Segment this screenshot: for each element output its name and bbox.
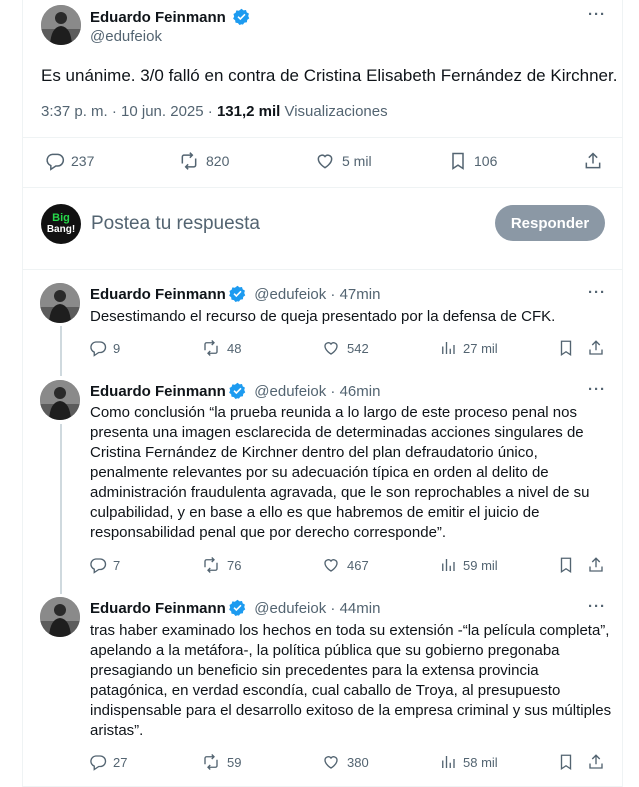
share-icon [589, 557, 603, 572]
reply-text: tras haber examinado los hechos en toda … [90, 622, 612, 739]
heart-icon [317, 154, 333, 169]
more-options-icon[interactable]: ··· [588, 598, 606, 615]
more-options-icon[interactable]: ··· [588, 6, 606, 23]
reply-icon [90, 755, 107, 771]
views-icon [442, 342, 455, 354]
author-handle[interactable]: @edufeiok [254, 286, 326, 303]
reply-header: Eduardo Feinmann @edufeiok · 46min [90, 382, 381, 400]
share-icon [589, 340, 603, 355]
more-options-icon[interactable]: ··· [588, 284, 606, 301]
timeline-column: Eduardo Feinmann @edufeiok ··· Es unánim… [22, 0, 623, 787]
heart-icon [324, 559, 338, 572]
share-button[interactable] [587, 556, 611, 574]
reply-time[interactable]: 44min [340, 600, 381, 617]
tweet-text: Es unánime. 3/0 falló en contra de Crist… [41, 66, 618, 85]
more-options-icon[interactable]: ··· [588, 381, 606, 398]
reply-text: Desestimando el recurso de queja present… [90, 308, 556, 325]
author-handle[interactable]: @edufeiok [90, 28, 162, 45]
avatar[interactable] [40, 283, 80, 323]
bookmark-button[interactable] [557, 339, 581, 357]
divider [23, 187, 623, 188]
composer-avatar: Big Bang! [41, 204, 81, 244]
views-icon [442, 559, 455, 571]
share-icon [585, 152, 601, 169]
reply-input[interactable]: Postea tu respuesta [91, 213, 260, 235]
reply-icon [90, 341, 107, 357]
divider [23, 269, 623, 270]
share-button[interactable] [587, 339, 611, 357]
avatar[interactable] [40, 597, 80, 637]
reply-text: Como conclusión “la prueba reunida a lo … [90, 404, 590, 541]
share-button[interactable] [583, 151, 609, 171]
thread-connector [60, 326, 62, 376]
repost-button[interactable]: 76 [201, 556, 241, 574]
reply-time[interactable]: 46min [340, 383, 381, 400]
bookmark-icon [560, 340, 572, 357]
avatar[interactable] [41, 5, 81, 45]
reply-button[interactable]: 7 [89, 556, 120, 574]
reply-header: Eduardo Feinmann @edufeiok · 47min [90, 285, 381, 303]
like-button[interactable]: 542 [321, 339, 369, 357]
repost-icon [204, 754, 218, 770]
verified-badge-icon [228, 599, 246, 616]
tweet-timestamp[interactable]: 3:37 p. m. · 10 jun. 2025 · 131,2 mil Vi… [41, 103, 388, 120]
reply-button[interactable]: 27 [89, 753, 127, 771]
bookmark-button[interactable]: 106 [448, 151, 497, 171]
repost-button[interactable]: 820 [178, 151, 229, 171]
repost-button[interactable]: 48 [201, 339, 241, 357]
reply-time[interactable]: 47min [340, 286, 381, 303]
repost-icon [204, 557, 218, 573]
author-name[interactable]: Eduardo Feinmann [90, 383, 226, 400]
like-button[interactable]: 467 [321, 556, 369, 574]
reply-icon [90, 558, 107, 574]
views-button[interactable]: 59 mil [439, 556, 498, 574]
bookmark-icon [452, 152, 464, 170]
bookmark-button[interactable] [557, 556, 581, 574]
heart-icon [324, 342, 338, 355]
like-button[interactable]: 5 mil [314, 151, 372, 171]
reply-header: Eduardo Feinmann @edufeiok · 44min [90, 599, 381, 617]
bookmark-icon [560, 754, 572, 771]
verified-badge-icon [228, 285, 246, 302]
reply-icon [46, 153, 65, 171]
like-button[interactable]: 380 [321, 753, 369, 771]
author-handle[interactable]: @edufeiok [254, 600, 326, 617]
author-name[interactable]: Eduardo Feinmann [90, 286, 226, 303]
author-name[interactable]: Eduardo Feinmann [90, 600, 226, 617]
repost-icon [204, 340, 218, 356]
verified-badge-icon [233, 8, 250, 25]
bookmark-button[interactable] [557, 753, 581, 771]
repost-button[interactable]: 59 [201, 753, 241, 771]
author-handle[interactable]: @edufeiok [254, 383, 326, 400]
bookmark-icon [560, 557, 572, 574]
views-icon [442, 756, 455, 768]
verified-badge-icon [228, 382, 246, 399]
views-button[interactable]: 58 mil [439, 753, 498, 771]
thread-connector [60, 424, 62, 594]
author-name[interactable]: Eduardo Feinmann [90, 8, 250, 26]
avatar[interactable] [40, 380, 80, 420]
heart-icon [324, 756, 338, 769]
repost-icon [181, 152, 197, 170]
share-icon [589, 754, 603, 769]
views-button[interactable]: 27 mil [439, 339, 498, 357]
reply-submit-button[interactable]: Responder [495, 205, 605, 241]
share-button[interactable] [587, 753, 611, 771]
reply-button[interactable]: 237 [45, 151, 94, 171]
divider [23, 137, 623, 138]
reply-button[interactable]: 9 [89, 339, 120, 357]
